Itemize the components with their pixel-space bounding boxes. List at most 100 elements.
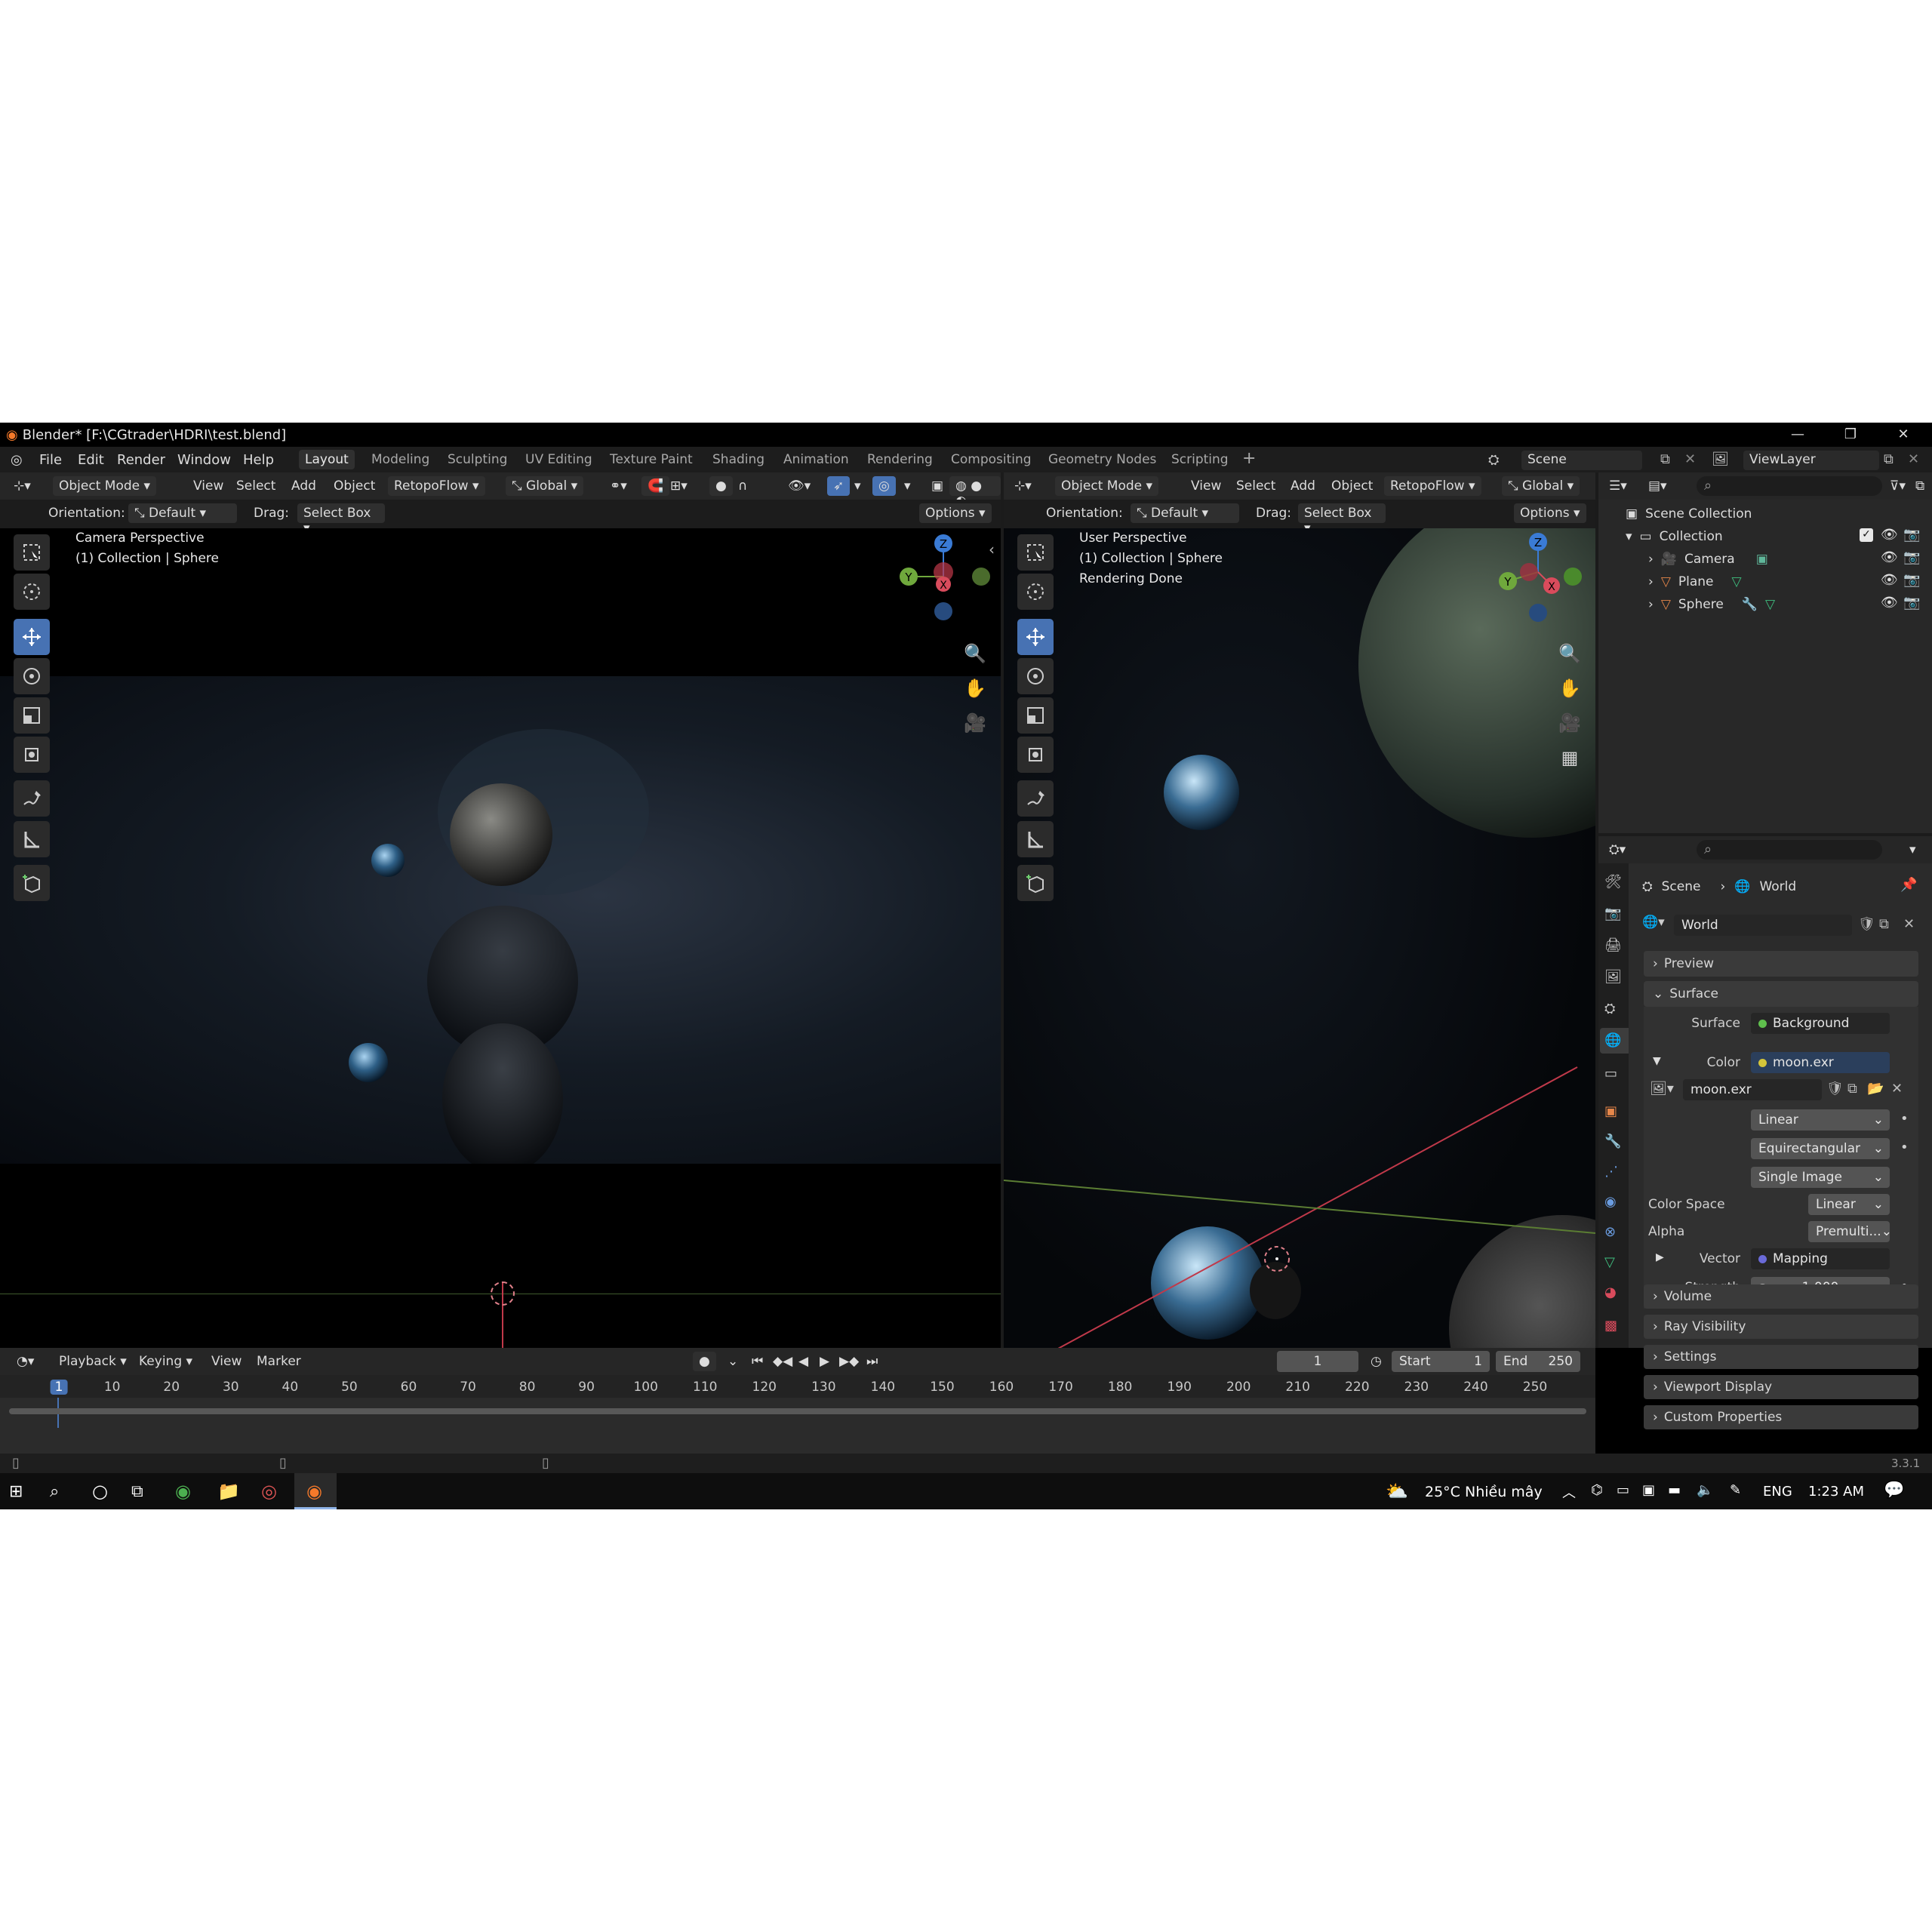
expand-icon[interactable]: › [1648, 574, 1654, 589]
object-tab-icon[interactable]: ▣ [1604, 1103, 1617, 1119]
start-frame-field[interactable]: Start 1 [1392, 1351, 1490, 1372]
orientation-dropdown[interactable]: ⤡ Default ▾ [128, 503, 237, 523]
pan-hand-icon[interactable]: ✋ [1555, 673, 1585, 703]
camera-view-icon[interactable]: 🎥 [1555, 708, 1585, 738]
material-tab-icon[interactable]: ◕ [1604, 1284, 1617, 1300]
minimize-button[interactable]: — [1781, 424, 1814, 445]
section-preview[interactable]: › Preview [1644, 951, 1918, 977]
edge-browser-icon[interactable]: ◉ [175, 1481, 191, 1502]
xray-icon[interactable]: ▣ [925, 476, 949, 496]
transform-tool[interactable] [1017, 737, 1054, 773]
visibility-eye-icon[interactable]: 👁 [1881, 527, 1898, 543]
add-menu[interactable]: Add [285, 476, 322, 496]
modifier-tab-icon[interactable]: 🔧 [1604, 1134, 1621, 1149]
drag-dropdown[interactable]: Select Box ▾ [297, 503, 385, 536]
measure-tool[interactable] [1017, 821, 1054, 857]
transform-orientation-dropdown[interactable]: ⤡ Global ▾ [506, 476, 584, 496]
view-menu[interactable]: View [187, 476, 229, 496]
outliner-item-camera[interactable]: › 🎥 Camera ▣ [1648, 548, 1768, 571]
editor-type-icon[interactable]: ⛭▾ [1603, 840, 1632, 860]
playback-menu[interactable]: Playback ▾ [53, 1352, 133, 1371]
render-camera-icon[interactable]: 📷 [1903, 595, 1920, 611]
section-viewport-display[interactable]: › Viewport Display [1644, 1375, 1918, 1399]
mode-dropdown[interactable]: Object Mode ▾ [53, 476, 157, 496]
frame-ruler[interactable]: 1 10 20 30 40 50 60 70 80 90 100 110 120 130 140 150 160… [0, 1375, 1595, 1398]
tab-layout[interactable]: Layout [299, 450, 355, 469]
duplicate-icon[interactable]: ⧉ [1879, 916, 1889, 932]
jump-start-icon[interactable]: ⏮ [746, 1352, 769, 1371]
tab-texture-paint[interactable]: Texture Paint [604, 450, 699, 469]
interpolation-dropdown[interactable]: Linear ⌄ [1751, 1109, 1890, 1131]
cortana-icon[interactable]: ○ [92, 1481, 108, 1502]
pen-icon[interactable]: ✎ [1730, 1482, 1741, 1498]
remove-view-layer-icon[interactable]: ✕ [1908, 451, 1919, 467]
tab-animation[interactable]: Animation [777, 450, 855, 469]
keying-dropdown-icon[interactable]: ⌄ [721, 1352, 744, 1371]
tab-modeling[interactable]: Modeling [365, 450, 435, 469]
falloff-icon[interactable]: ∩ [732, 476, 753, 496]
visibility-eye-icon[interactable]: 👁 [1881, 549, 1898, 565]
tab-shading[interactable]: Shading [706, 450, 771, 469]
camera-view-icon[interactable]: 🎥 [960, 708, 990, 738]
new-collection-icon[interactable]: ⧉ [1909, 476, 1930, 496]
collection-row[interactable]: ▾ ▭ Collection [1626, 525, 1723, 548]
section-custom-properties[interactable]: › Custom Properties [1644, 1405, 1918, 1429]
source-dropdown[interactable]: Single Image ⌄ [1751, 1167, 1890, 1188]
jump-end-icon[interactable]: ⏭ [860, 1352, 884, 1371]
fake-user-icon[interactable]: 🛡 [1858, 916, 1875, 932]
render-camera-icon[interactable]: 📷 [1903, 572, 1920, 588]
scale-tool[interactable] [1017, 697, 1054, 734]
rotate-tool[interactable] [14, 658, 50, 694]
unlink-icon[interactable]: ✕ [1903, 916, 1915, 932]
menu-render[interactable]: Render [117, 452, 165, 468]
editor-type-icon[interactable]: ◔▾ [11, 1352, 40, 1371]
menu-edit[interactable]: Edit [78, 452, 104, 468]
preview-range-icon[interactable]: ◷ [1364, 1352, 1388, 1371]
clock[interactable]: 1:23 AM [1808, 1484, 1864, 1500]
select-menu[interactable]: Select [230, 476, 281, 496]
outliner-item-plane[interactable]: › ▽ Plane ▽ [1648, 571, 1742, 593]
constraints-tab-icon[interactable]: ⊗ [1604, 1224, 1616, 1240]
world-name-field[interactable]: World [1674, 915, 1852, 936]
volume-icon[interactable]: 🔈 [1697, 1482, 1713, 1498]
ortho-grid-icon[interactable]: ▦ [1555, 743, 1585, 773]
properties-search-input[interactable]: ⌕ [1697, 840, 1882, 860]
editor-type-icon[interactable]: ☰▾ [1603, 476, 1633, 496]
options-dropdown[interactable]: Options ▾ [1514, 503, 1586, 523]
show-hidden-icons[interactable]: ︿ [1562, 1482, 1576, 1502]
keyframe-dot-icon[interactable]: • [1900, 1140, 1909, 1155]
outliner-item-sphere[interactable]: › ▽ Sphere 🔧 ▽ [1648, 593, 1775, 616]
image-name-field[interactable]: moon.exr [1683, 1079, 1822, 1100]
cursor-tool[interactable] [1017, 574, 1054, 610]
weather-icon[interactable]: ⛅ [1386, 1481, 1408, 1502]
menu-window[interactable]: Window [177, 452, 231, 468]
section-surface[interactable]: ⌄ Surface [1644, 981, 1918, 1007]
retopoflow-menu[interactable]: RetopoFlow ▾ [388, 476, 485, 496]
annotate-tool[interactable] [14, 780, 50, 817]
gizmo-toggle-icon[interactable]: ➶ [827, 476, 851, 496]
unlink-icon[interactable]: ✕ [1891, 1081, 1903, 1097]
color-space-dropdown[interactable]: Linear ⌄ [1808, 1194, 1890, 1215]
file-explorer-icon[interactable]: 📁 [217, 1481, 240, 1502]
play-reverse-icon[interactable]: ◀ [792, 1352, 814, 1371]
play-icon[interactable]: ▶ [814, 1352, 835, 1371]
data-tab-icon[interactable]: ▽ [1604, 1254, 1615, 1270]
task-view-icon[interactable]: ⧉ [131, 1482, 143, 1501]
display-mode-icon[interactable]: ▤▾ [1642, 476, 1673, 496]
alpha-dropdown[interactable]: Premulti... ⌄ [1808, 1221, 1892, 1242]
texture-tab-icon[interactable]: ▩ [1604, 1318, 1617, 1334]
scale-tool[interactable] [14, 697, 50, 734]
add-cube-tool[interactable] [14, 865, 50, 901]
open-image-icon[interactable]: 📂 [1867, 1081, 1884, 1097]
add-workspace-button[interactable]: + [1236, 447, 1262, 468]
menu-file[interactable]: File [39, 452, 62, 468]
rotate-tool[interactable] [1017, 658, 1054, 694]
section-ray-visibility[interactable]: › Ray Visibility [1644, 1315, 1918, 1339]
scene-icon[interactable]: ⛭ [1488, 452, 1499, 468]
tab-scripting[interactable]: Scripting [1165, 450, 1235, 469]
overlay-toggle-icon[interactable]: ◎ [872, 476, 896, 496]
current-frame-marker[interactable]: 1 [50, 1380, 68, 1395]
select-box-tool[interactable] [14, 534, 50, 571]
weather-text[interactable]: 25°C Nhiều mây [1425, 1484, 1543, 1500]
blender-menu-icon[interactable]: ◎ [11, 452, 23, 468]
